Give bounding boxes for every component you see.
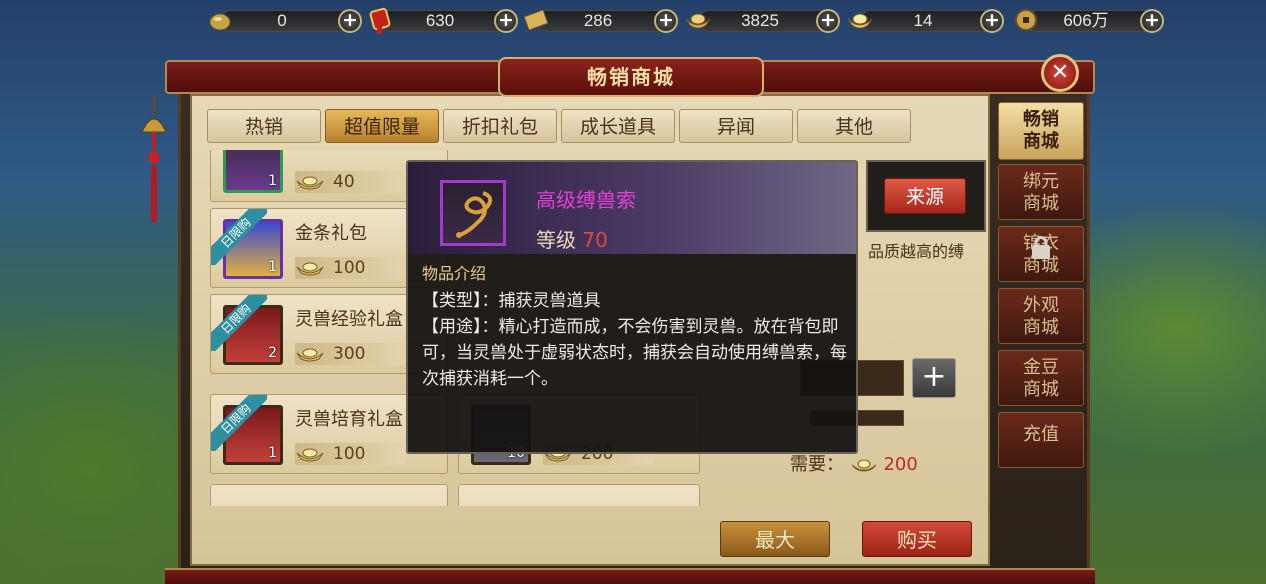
add-currency-button[interactable]: +: [654, 9, 678, 33]
tab-discount[interactable]: 折扣礼包: [443, 109, 557, 143]
currency-slot: 606万 +: [1012, 6, 1164, 34]
gold-ingot-icon: [851, 459, 877, 472]
list-item[interactable]: [210, 484, 448, 506]
list-item[interactable]: [458, 484, 700, 506]
item-price: 100: [295, 257, 405, 279]
item-price: 40: [295, 171, 405, 193]
increase-quantity-button[interactable]: +: [912, 358, 956, 398]
daily-limit-badge: 日限购: [211, 395, 267, 451]
side-tab-bestseller[interactable]: 畅销 商城: [998, 102, 1084, 160]
currency-value: 630: [425, 11, 455, 30]
bottom-trim: [165, 568, 1095, 584]
lock-icon: [1030, 234, 1052, 264]
gold-ingot-icon: [296, 262, 324, 276]
gold-ingot-icon: [296, 448, 324, 462]
close-icon: ✕: [1050, 60, 1070, 85]
currency-slot: 3825 +: [684, 6, 840, 34]
item-name: 灵兽培育礼盒: [295, 409, 403, 430]
tooltip-section-title: 物品介绍: [422, 264, 487, 283]
currency-value: 286: [583, 11, 613, 30]
gold-ingot-icon: [296, 348, 324, 362]
close-button[interactable]: ✕: [1041, 54, 1079, 92]
currency-slot: 630 +: [366, 6, 518, 34]
tab-growth[interactable]: 成长道具: [561, 109, 675, 143]
add-currency-button[interactable]: +: [980, 9, 1004, 33]
daily-limit-badge: 日限购: [211, 209, 267, 265]
currency-value: 606万: [1063, 11, 1109, 30]
plus-icon: +: [921, 359, 947, 394]
source-button[interactable]: 来源: [884, 178, 966, 214]
item-tooltip: 高级缚兽索 等级 70 物品介绍 【类型】：捕获灵兽道具 【用途】：精心打造而成…: [406, 160, 858, 454]
item-description-partial: 品质越高的缚: [868, 242, 965, 261]
item-name: 灵兽经验礼盒: [295, 309, 403, 330]
tab-stories[interactable]: 异闻: [679, 109, 793, 143]
tab-hot[interactable]: 热销: [207, 109, 321, 143]
tooltip-use-line: 【用途】：精心打造而成，不会伤害到灵兽。放在背包即可，当灵兽处于虚弱状态时，捕获…: [422, 317, 847, 389]
max-button[interactable]: 最大: [720, 521, 830, 557]
add-currency-button[interactable]: +: [494, 9, 518, 33]
side-tab-bound-ingot[interactable]: 绑元 商城: [998, 164, 1084, 220]
tab-limited[interactable]: 超值限量: [325, 109, 439, 143]
tooltip-description: 【类型】：捕获灵兽道具 【用途】：精心打造而成，不会伤害到灵兽。放在背包即可，当…: [422, 288, 850, 392]
lantern-icon: [138, 96, 170, 230]
item-price: 300: [295, 343, 405, 365]
buy-button[interactable]: 购买: [862, 521, 972, 557]
item-thumbnail: 1: [223, 150, 283, 193]
tooltip-item-level: 等级 70: [536, 228, 608, 252]
add-currency-button[interactable]: +: [338, 9, 362, 33]
currency-slot: 14 +: [846, 6, 1004, 34]
rope-icon: [440, 180, 506, 246]
gold-ingot-icon: [296, 176, 324, 190]
tab-other[interactable]: 其他: [797, 109, 911, 143]
tooltip-item-name: 高级缚兽索: [536, 188, 636, 212]
side-tab-recharge[interactable]: 充值: [998, 412, 1084, 468]
shop-title: 畅销商城: [498, 57, 764, 97]
currency-value: 0: [277, 11, 287, 30]
currency-value: 3825: [741, 11, 779, 30]
currency-slot: 0 +: [206, 6, 362, 34]
currency-value: 14: [913, 11, 933, 30]
add-currency-button[interactable]: +: [816, 9, 840, 33]
item-name: 金条礼包: [295, 223, 367, 244]
item-price: 100: [295, 443, 405, 465]
side-tab-appearance[interactable]: 外观 商城: [998, 288, 1084, 344]
daily-limit-badge: 日限购: [211, 295, 267, 351]
currency-slot: 286 +: [522, 6, 678, 34]
side-tab-gold-bean[interactable]: 金豆 商城: [998, 350, 1084, 406]
tooltip-type-line: 【类型】：捕获灵兽道具: [422, 291, 601, 311]
cost-value: 200: [883, 454, 918, 475]
add-currency-button[interactable]: +: [1140, 9, 1164, 33]
